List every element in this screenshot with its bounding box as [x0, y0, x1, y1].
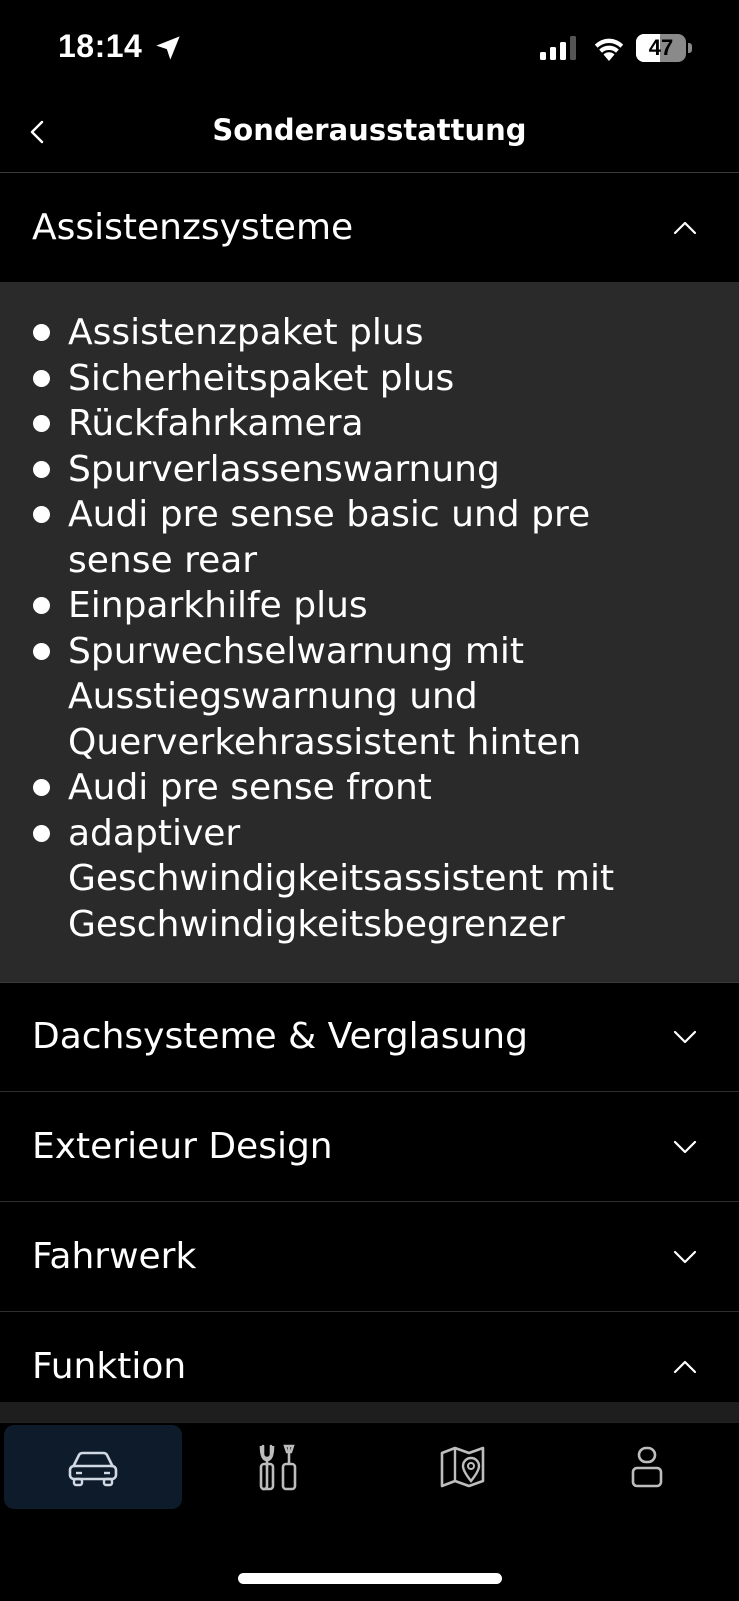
section-label: Fahrwerk [32, 1236, 197, 1277]
nav-tab-map[interactable] [374, 1425, 552, 1509]
section-label: Assistenzsysteme [32, 207, 354, 248]
service-tools-icon [259, 1444, 297, 1491]
list-item: Audi pre sense basic und pre sense rear [0, 492, 668, 583]
profile-icon [631, 1446, 663, 1488]
bullet-icon [33, 779, 50, 796]
bullet-icon [33, 642, 50, 660]
list-item: Spurverlassenswarnung [0, 447, 668, 493]
section-header-funktion[interactable]: Funktion [0, 1313, 739, 1402]
bullet-icon [33, 506, 50, 523]
nav-header: Sonderausstattung [0, 100, 739, 173]
equipment-list: Assistenzpaket plus Sicherheitspaket plu… [0, 310, 668, 947]
location-arrow-icon [156, 36, 180, 60]
bullet-icon [33, 324, 50, 341]
section-label: Exterieur Design [32, 1126, 333, 1167]
section-header-dachsysteme[interactable]: Dachsysteme & Verglasung [0, 983, 739, 1092]
list-item: Sicherheitspaket plus [0, 356, 668, 402]
list-item: Einparkhilfe plus [0, 583, 668, 629]
bullet-icon [33, 415, 50, 432]
list-item: Spurwechselwarnung mit Ausstiegswarnung … [0, 629, 668, 766]
list-item: adaptiver Geschwindigkeitsassistent mit … [0, 811, 668, 948]
car-icon [68, 1451, 118, 1487]
nav-tab-service[interactable] [190, 1425, 368, 1509]
status-bar: 18:14 47 [0, 0, 739, 100]
list-item: Audi pre sense front [0, 765, 668, 811]
nav-tab-vehicle[interactable] [4, 1425, 182, 1509]
section-body-funktion [0, 1402, 739, 1422]
section-header-assistenzsysteme[interactable]: Assistenzsysteme [0, 174, 739, 283]
page-title: Sonderausstattung [212, 113, 527, 147]
chevron-down-icon [673, 1140, 697, 1154]
bullet-icon [33, 824, 50, 842]
bullet-icon [33, 460, 50, 478]
battery-level: 47 [648, 35, 674, 60]
section-header-fahrwerk[interactable]: Fahrwerk [0, 1203, 739, 1312]
wifi-icon [594, 38, 624, 61]
nav-tab-profile[interactable] [558, 1425, 736, 1509]
section-header-exterieur-design[interactable]: Exterieur Design [0, 1093, 739, 1202]
section-body-assistenzsysteme: Assistenzpaket plus Sicherheitspaket plu… [0, 282, 739, 983]
status-time: 18:14 [58, 28, 143, 64]
signal-icon [540, 36, 576, 60]
battery-icon: 47 [636, 34, 692, 62]
chevron-down-icon [673, 1250, 697, 1264]
chevron-up-icon [673, 221, 697, 235]
list-item: Rückfahrkamera [0, 401, 668, 447]
home-indicator [238, 1573, 502, 1584]
section-label: Dachsysteme & Verglasung [32, 1016, 528, 1057]
bullet-icon [33, 369, 50, 387]
chevron-up-icon [673, 1360, 697, 1374]
map-icon [440, 1446, 485, 1488]
chevron-down-icon [673, 1030, 697, 1044]
list-item: Assistenzpaket plus [0, 310, 668, 356]
bullet-icon [33, 597, 50, 614]
